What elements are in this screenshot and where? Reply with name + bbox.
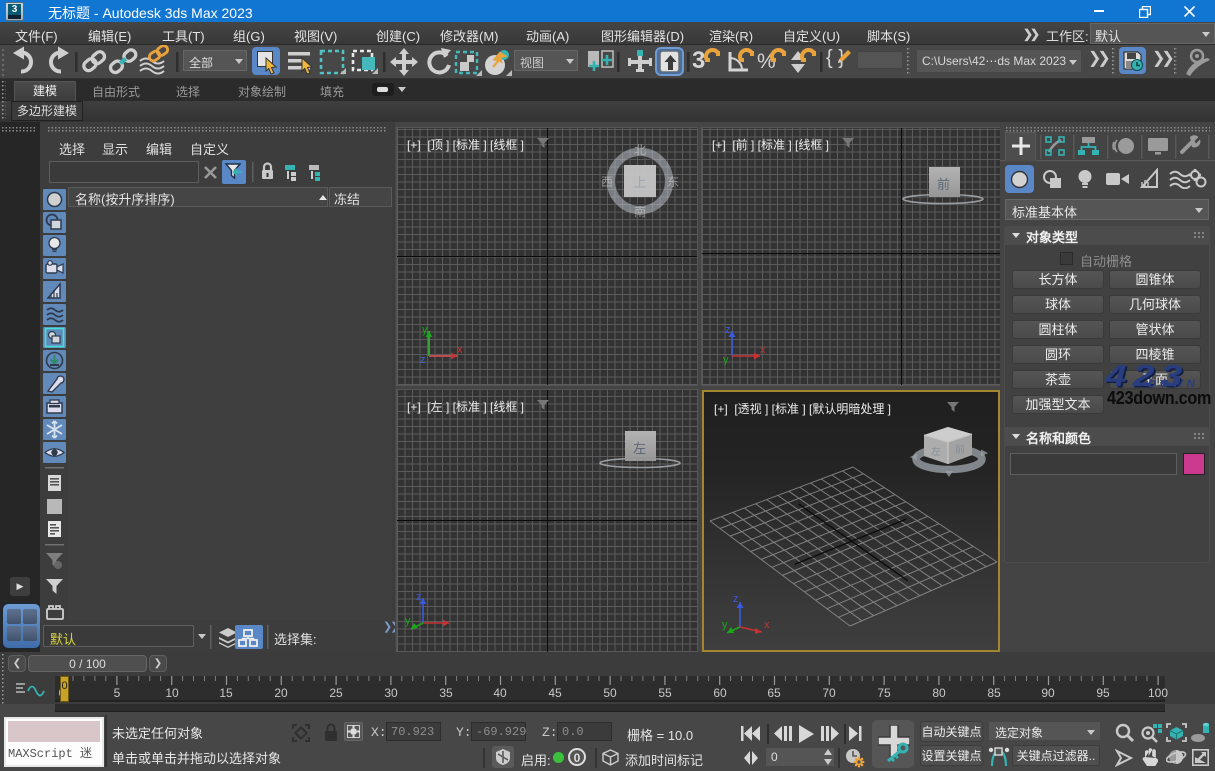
svg-text:南: 南 xyxy=(634,204,646,219)
svg-text:y: y xyxy=(422,324,428,336)
svg-text:左: 左 xyxy=(931,445,941,458)
svg-text:东: 东 xyxy=(667,175,679,189)
svg-text:x: x xyxy=(764,619,770,631)
svg-text:x: x xyxy=(760,344,766,356)
svg-text:z: z xyxy=(416,591,422,603)
svg-text:西: 西 xyxy=(602,175,613,189)
svg-text:北: 北 xyxy=(634,143,646,157)
svg-text:z: z xyxy=(725,324,731,336)
svg-text:y: y xyxy=(723,354,729,365)
svg-text:y: y xyxy=(405,615,411,627)
svg-text:x: x xyxy=(449,611,450,623)
svg-text:前: 前 xyxy=(955,443,965,456)
svg-text:z: z xyxy=(420,354,426,365)
svg-text:z: z xyxy=(733,593,739,605)
svg-text:上: 上 xyxy=(633,175,646,190)
svg-text:y: y xyxy=(722,619,728,631)
svg-text:x: x xyxy=(457,344,463,356)
